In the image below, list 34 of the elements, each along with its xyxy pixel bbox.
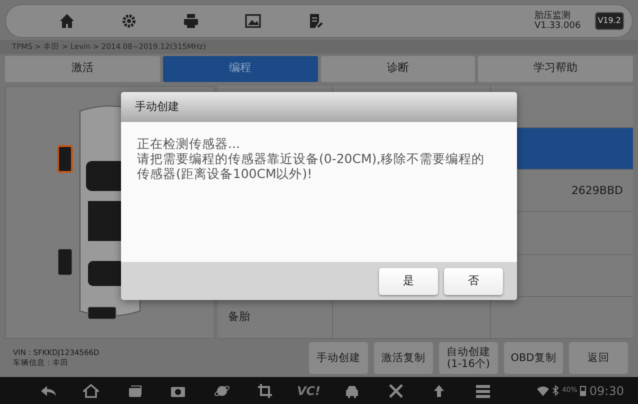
list-icon[interactable] bbox=[474, 382, 491, 399]
clock-text: 09:30 bbox=[589, 382, 624, 400]
vci-button[interactable]: VC! bbox=[296, 382, 321, 400]
action-button[interactable]: 返回 bbox=[569, 342, 628, 374]
dialog-message: 正在检测传感器... bbox=[137, 136, 241, 151]
action-button[interactable]: 自动创建 (1-16个) bbox=[439, 342, 498, 374]
dialog-button[interactable]: 否 bbox=[444, 268, 503, 294]
table-cell-text: 2629BBD bbox=[571, 182, 623, 199]
version-text: V1.33.006 bbox=[534, 20, 581, 31]
tab[interactable]: 编程 bbox=[162, 56, 318, 82]
tab[interactable]: 诊断 bbox=[320, 56, 476, 82]
home-icon[interactable] bbox=[83, 382, 100, 399]
tab[interactable]: 激活 bbox=[5, 56, 160, 82]
wifi-icon bbox=[536, 386, 549, 396]
tools-icon[interactable] bbox=[388, 382, 404, 399]
action-button[interactable]: 激活复制 bbox=[374, 342, 433, 374]
tab[interactable]: 学习帮助 bbox=[478, 56, 633, 82]
home-icon[interactable] bbox=[59, 12, 75, 29]
dialog-message: 请把需要编程的传感器靠近设备(0-20CM),移除不需要编程的传感器(距离设备100CM以外)! bbox=[137, 151, 486, 181]
bluetooth-icon bbox=[552, 385, 559, 396]
image-icon[interactable] bbox=[245, 12, 261, 29]
dialog-button[interactable]: 是 bbox=[379, 268, 438, 294]
action-button[interactable]: OBD复制 bbox=[504, 342, 563, 374]
recent-apps-icon[interactable] bbox=[126, 382, 143, 399]
crop-icon[interactable] bbox=[257, 382, 274, 399]
app-name: 胎压监测 bbox=[534, 10, 572, 21]
note-icon[interactable] bbox=[307, 12, 323, 29]
version-badge[interactable]: V19.2 bbox=[594, 12, 624, 30]
battery-icon bbox=[580, 385, 586, 396]
settings-icon[interactable] bbox=[121, 12, 137, 29]
printer-icon[interactable] bbox=[183, 12, 199, 29]
dialog-title: 手动创建 bbox=[135, 98, 179, 115]
table-cell-text: 备胎 bbox=[228, 309, 250, 326]
action-button[interactable]: 手动创建 bbox=[309, 342, 368, 374]
